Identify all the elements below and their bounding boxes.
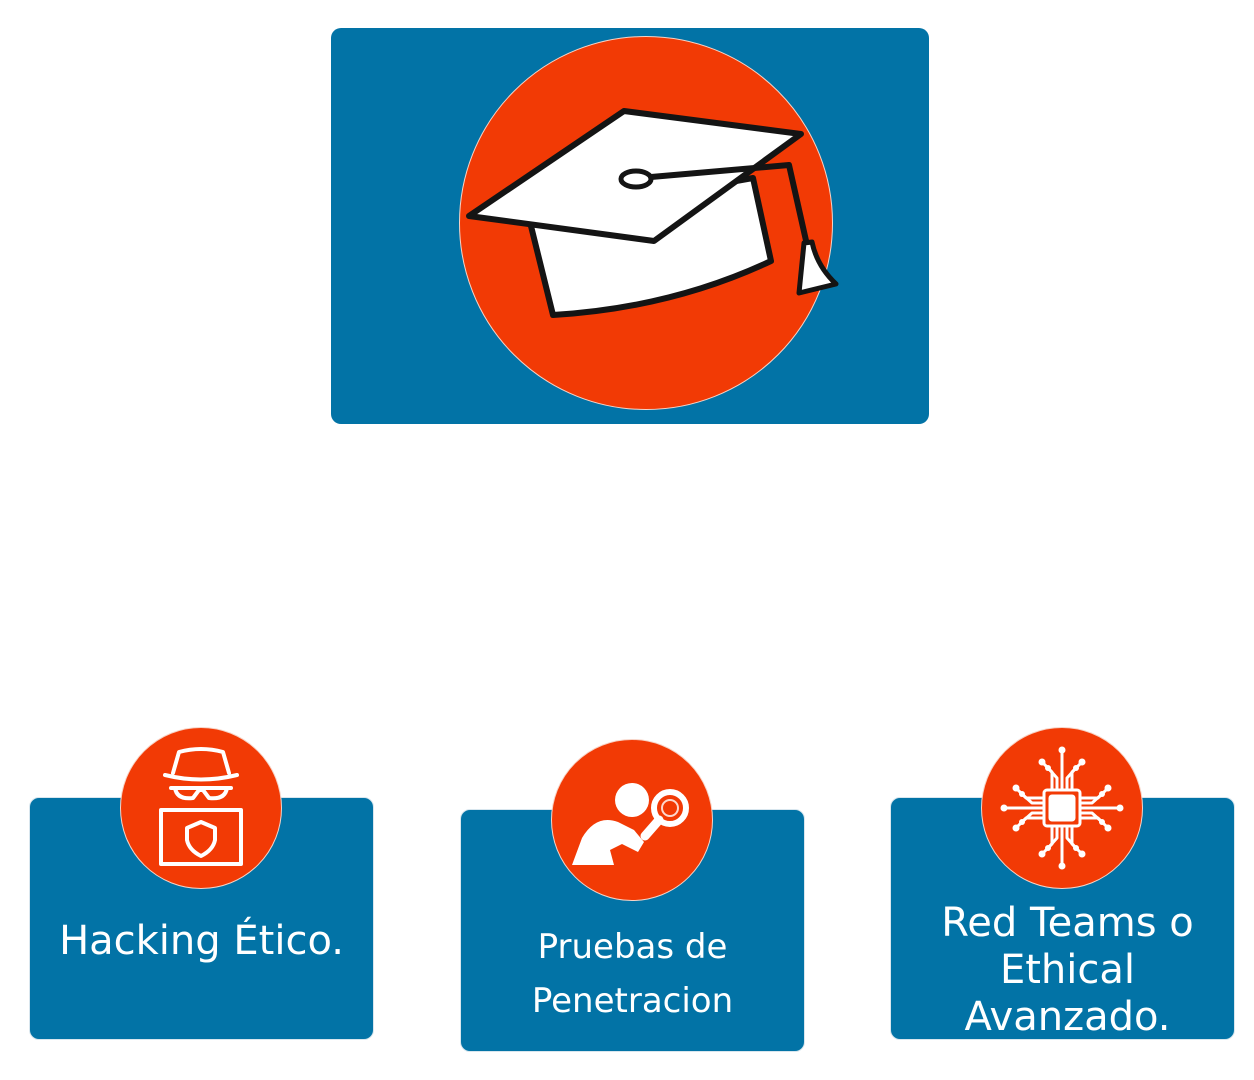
circuit-chip-icon (1000, 746, 1124, 870)
top-node-card (331, 28, 929, 424)
graduation-cap-icon (466, 108, 839, 318)
child-icon-circle (120, 727, 282, 889)
child-label: Pruebas de Penetracion (531, 927, 734, 1022)
child-icon-circle (981, 727, 1143, 889)
child-label: Hacking Ético. (59, 918, 344, 964)
child-label: Red Teams o Ethical Avanzado. (941, 900, 1194, 1041)
child-icon-circle (551, 739, 713, 901)
hacker-shield-laptop-icon (159, 747, 243, 866)
magnifier-person-icon (572, 783, 689, 865)
